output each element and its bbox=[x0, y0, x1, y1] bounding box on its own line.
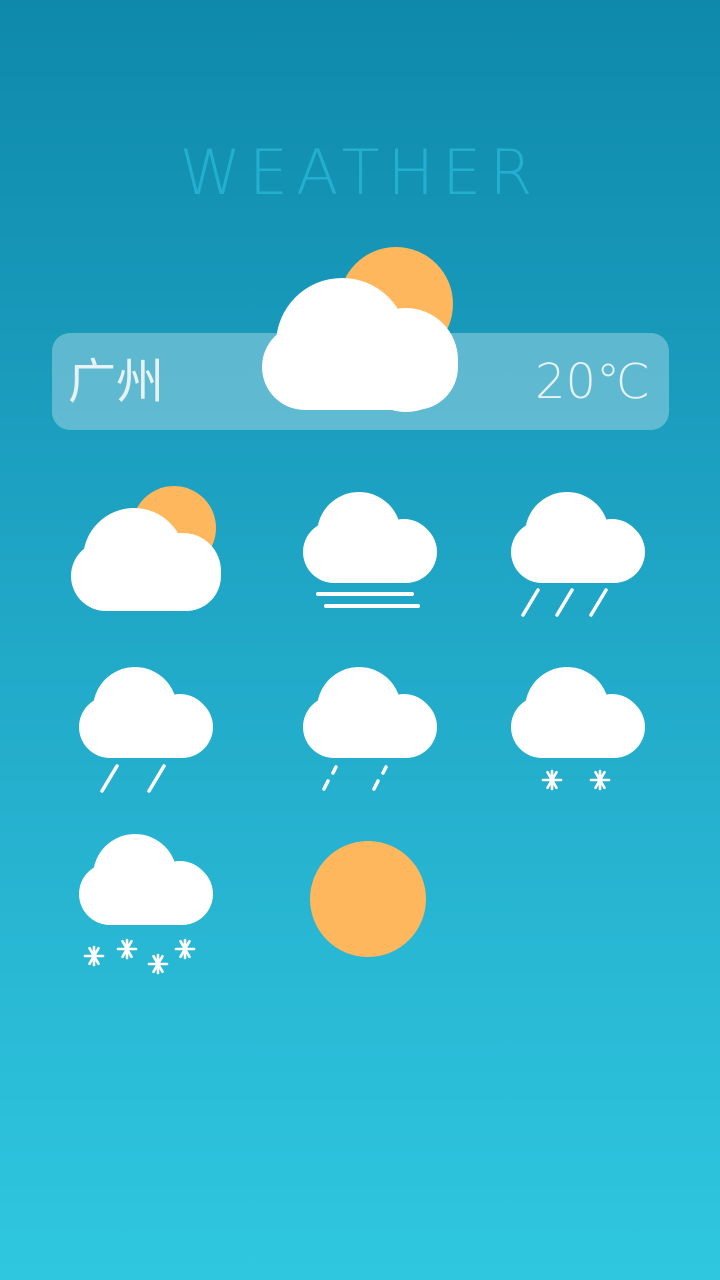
heavy-rain-icon[interactable] bbox=[508, 488, 648, 622]
fog-icon[interactable] bbox=[300, 488, 440, 614]
partly-cloudy-icon[interactable] bbox=[68, 482, 228, 614]
sunny-icon[interactable] bbox=[308, 839, 428, 959]
city-name: 广州 bbox=[68, 354, 165, 410]
light-snow-icon[interactable] bbox=[508, 663, 648, 797]
heavy-snow-icon[interactable] bbox=[76, 830, 216, 980]
weather-screen: WEATHER 广州 20℃ bbox=[0, 0, 720, 1280]
light-rain-icon[interactable] bbox=[76, 663, 216, 797]
drizzle-icon[interactable] bbox=[300, 663, 440, 797]
current-partly-cloudy-icon bbox=[262, 247, 458, 412]
page-title: WEATHER bbox=[179, 136, 541, 209]
current-temperature: 20℃ bbox=[535, 354, 650, 410]
